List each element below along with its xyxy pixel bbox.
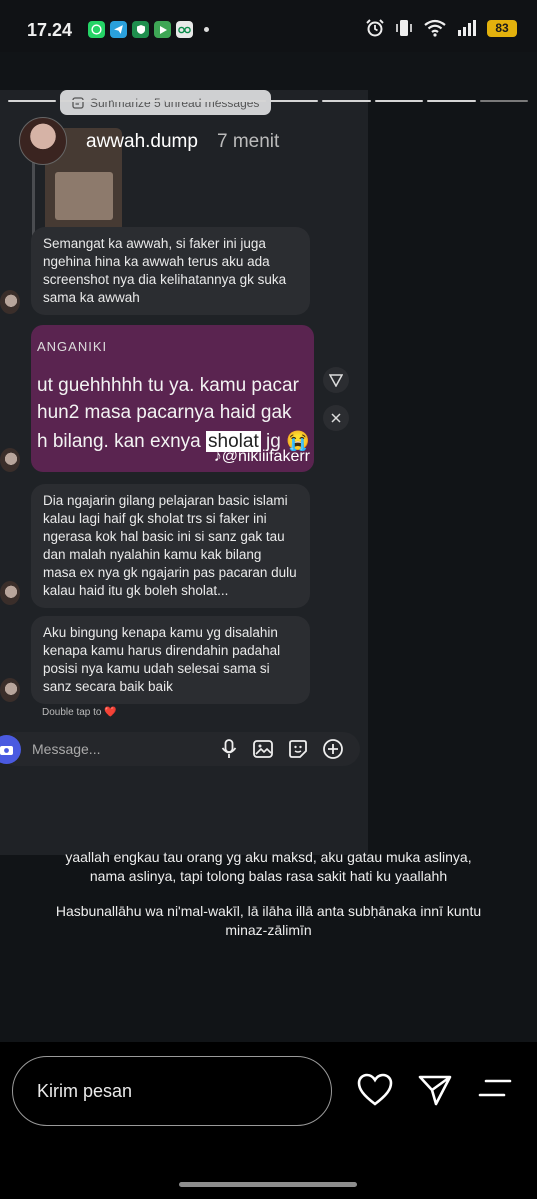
media-header: ANGANIKI <box>37 339 108 354</box>
forward-button[interactable] <box>323 367 349 393</box>
sticker-icon[interactable] <box>287 738 309 760</box>
system-icons: 83 <box>365 18 517 38</box>
caption-line: minaz-zālimīn <box>225 922 312 938</box>
sender-avatar <box>0 290 20 314</box>
story-viewer[interactable]: Semangat ka awwah, si faker ini juga nge… <box>0 52 537 1042</box>
notification-icons <box>88 21 209 38</box>
chat-bubble: Aku bingung kenapa kamu yg disalahin ken… <box>31 616 310 704</box>
composer-actions <box>219 738 344 760</box>
whatsapp-icon <box>88 21 105 38</box>
camera-icon <box>0 746 13 755</box>
caption-line: nama aslinya, tapi tolong balas rasa sak… <box>89 868 448 884</box>
shared-screenshot-image[interactable]: ANGANIKI ut guehhhhh tu ya. kamu pacar h… <box>31 325 314 472</box>
sparkle-icon <box>331 413 341 423</box>
chat-bubble: Dia ngajarin gilang pelajaran basic isla… <box>31 484 310 608</box>
story-reply-bar: Kirim pesan <box>0 1042 537 1199</box>
alarm-icon <box>366 19 384 37</box>
media-text-2: hun2 masa pacarnya haid gak <box>37 402 292 423</box>
status-time: 17.24 <box>27 20 73 40</box>
battery-indicator: 83 <box>487 19 517 37</box>
sender-avatar <box>0 678 20 702</box>
story-caption: yaallah engkau tau orang yg aku maksd, a… <box>0 848 537 886</box>
menu-icon[interactable] <box>478 1073 512 1103</box>
wifi-icon <box>424 19 446 37</box>
story-progress-bar <box>8 100 529 104</box>
double-tap-hint: Double tap to ❤️ <box>42 707 117 718</box>
telegram-icon <box>110 21 127 38</box>
tiktok-watermark: ♪@nikiiifakerr <box>213 448 310 465</box>
play-store-icon <box>154 21 171 38</box>
story-user-avatar[interactable] <box>19 117 67 165</box>
sender-avatar <box>0 581 20 605</box>
home-indicator[interactable] <box>179 1182 357 1187</box>
like-heart-icon[interactable] <box>357 1073 393 1107</box>
reply-input[interactable]: Kirim pesan <box>12 1056 332 1126</box>
send-arrow-icon <box>329 374 343 387</box>
message-composer[interactable]: Message... <box>0 732 360 766</box>
story-username[interactable]: awwah.dump <box>86 131 198 153</box>
message-input[interactable]: Message... <box>32 741 100 757</box>
camera-button[interactable] <box>0 735 21 764</box>
caption-line: Hasbunallāhu wa ni'mal-wakīl, lā ilāha i… <box>55 903 482 919</box>
microphone-icon[interactable] <box>219 738 239 760</box>
story-caption-dua: Hasbunallāhu wa ni'mal-wakīl, lā ilāha i… <box>0 902 537 940</box>
sender-avatar <box>0 448 20 472</box>
media-text-1: ut guehhhhh tu ya. kamu pacar <box>37 375 299 396</box>
status-bar: 17.24 83 <box>0 0 537 52</box>
vibrate-icon <box>396 20 412 36</box>
chat-bubble: Semangat ka awwah, si faker ini juga nge… <box>31 227 310 315</box>
gallery-icon[interactable] <box>252 738 274 760</box>
more-notifications-dot <box>204 27 209 32</box>
tripadvisor-icon <box>176 21 193 38</box>
caption-line: yaallah engkau tau orang yg aku maksd, a… <box>65 849 472 865</box>
signal-icon <box>458 20 476 36</box>
chat-screenshot: Semangat ka awwah, si faker ini juga nge… <box>0 90 368 855</box>
reaction-button[interactable] <box>323 405 349 431</box>
add-icon[interactable] <box>322 738 344 760</box>
story-time-ago: 7 menit <box>217 131 280 152</box>
shield-app-icon <box>132 21 149 38</box>
share-send-icon[interactable] <box>417 1073 453 1107</box>
